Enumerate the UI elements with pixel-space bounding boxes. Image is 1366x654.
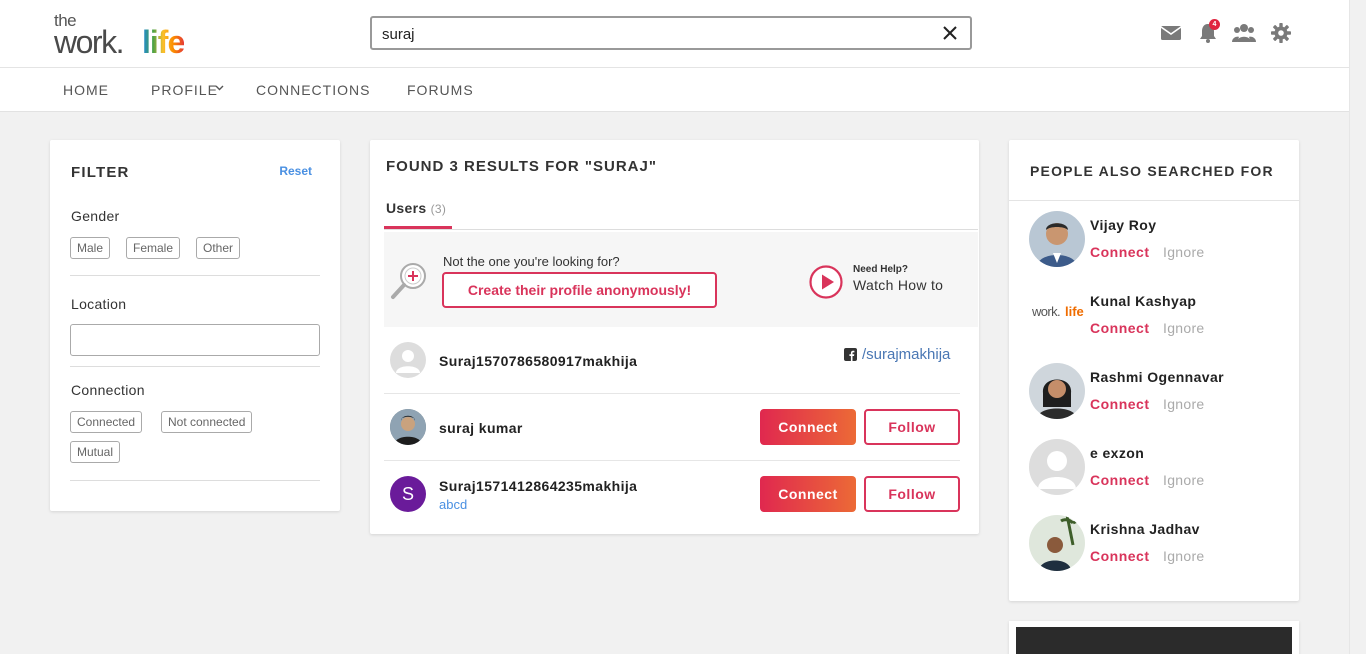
logo-work: work.: [54, 24, 124, 60]
person-name[interactable]: Rashmi Ogennavar: [1090, 369, 1224, 385]
notification-badge: 4: [1209, 19, 1220, 30]
page-scrollbar[interactable]: [1349, 0, 1366, 654]
notifications-button[interactable]: 4: [1197, 19, 1220, 44]
people-also-searched-panel: PEOPLE ALSO SEARCHED FOR Vijay Roy Conne…: [1009, 140, 1299, 601]
user-silhouette-icon: [396, 350, 420, 373]
filter-panel: FILTER Reset Gender Male Female Other Lo…: [50, 140, 340, 511]
user-name[interactable]: Suraj1571412864235makhija: [439, 478, 637, 494]
person-name[interactable]: Kunal Kashyap: [1090, 293, 1196, 309]
help-banner: Not the one you're looking for? Create t…: [384, 232, 978, 327]
filter-divider: [70, 480, 320, 481]
person-name[interactable]: Vijay Roy: [1090, 217, 1156, 233]
people-also-searched-title: PEOPLE ALSO SEARCHED FOR: [1030, 163, 1274, 179]
connection-chip-connected[interactable]: Connected: [70, 411, 143, 433]
row-divider: [384, 460, 960, 461]
person-avatar-placeholder[interactable]: [1029, 439, 1085, 495]
location-input[interactable]: [70, 324, 320, 356]
create-profile-anonymously-button[interactable]: Create their profile anonymously!: [442, 272, 717, 308]
person-avatar[interactable]: [1029, 211, 1085, 267]
user-name[interactable]: suraj kumar: [439, 420, 523, 436]
magnifier-plus-icon: [391, 263, 426, 299]
tab-divider: [384, 229, 978, 230]
results-panel: FOUND 3 RESULTS FOR "SURAJ" Users (3) No…: [370, 140, 979, 534]
person-photo: [1029, 211, 1085, 267]
facebook-profile-link[interactable]: /surajmakhija: [862, 346, 950, 363]
people-icon[interactable]: [1232, 22, 1256, 44]
mini-logo-life: life: [1065, 304, 1084, 319]
search-bar: [370, 16, 972, 50]
connect-button[interactable]: Connect: [760, 409, 856, 445]
tab-users-count: (3): [430, 202, 447, 216]
nav-divider: [0, 67, 1349, 68]
watch-how-link[interactable]: Watch How to: [853, 277, 943, 293]
gear-icon[interactable]: [1270, 22, 1292, 44]
person-avatar[interactable]: [1029, 515, 1085, 571]
person-connect-link[interactable]: Connect: [1090, 244, 1150, 260]
user-silhouette-icon: [1038, 451, 1076, 489]
person-connect-link[interactable]: Connect: [1090, 396, 1150, 412]
person-ignore-link[interactable]: Ignore: [1163, 548, 1205, 564]
filter-divider: [70, 366, 320, 367]
mini-logo-work: work.: [1032, 304, 1061, 319]
need-help-label: Need Help?: [853, 264, 909, 275]
follow-button[interactable]: Follow: [864, 476, 960, 512]
gender-chip-male[interactable]: Male: [70, 237, 111, 259]
search-input[interactable]: [382, 24, 922, 44]
results-heading: FOUND 3 RESULTS FOR "SURAJ": [386, 158, 657, 175]
person-ignore-link[interactable]: Ignore: [1163, 244, 1205, 260]
user-name[interactable]: Suraj1570786580917makhija: [439, 353, 637, 369]
person-avatar-logo[interactable]: work. life: [1029, 287, 1085, 343]
user-avatar-initial[interactable]: S: [390, 476, 426, 512]
person-photo: [1029, 515, 1085, 571]
person-name[interactable]: e exzon: [1090, 445, 1144, 461]
help-prompt: Not the one you're looking for?: [443, 254, 620, 269]
connect-button[interactable]: Connect: [760, 476, 856, 512]
site-logo[interactable]: the work. life: [54, 12, 214, 60]
connection-label: Connection: [71, 382, 145, 398]
logo-life: life: [142, 24, 185, 60]
person-connect-link[interactable]: Connect: [1090, 320, 1150, 336]
filter-title: FILTER: [71, 164, 130, 181]
nav-profile[interactable]: PROFILE: [151, 82, 218, 98]
media-card: [1009, 621, 1299, 654]
media-thumbnail[interactable]: [1016, 627, 1292, 654]
follow-button[interactable]: Follow: [864, 409, 960, 445]
facebook-icon: [844, 348, 857, 361]
nav-forums[interactable]: FORUMS: [407, 82, 474, 98]
play-circle-icon[interactable]: [809, 265, 843, 299]
gender-chip-female[interactable]: Female: [126, 237, 181, 259]
person-ignore-link[interactable]: Ignore: [1163, 320, 1205, 336]
location-label: Location: [71, 296, 127, 312]
nav-connections[interactable]: CONNECTIONS: [256, 82, 370, 98]
gender-label: Gender: [71, 208, 120, 224]
person-avatar[interactable]: [1029, 363, 1085, 419]
filter-divider: [70, 275, 320, 276]
chevron-down-icon[interactable]: [215, 85, 224, 91]
tab-users[interactable]: Users (3): [386, 200, 446, 216]
person-photo: [1029, 363, 1085, 419]
mail-icon[interactable]: [1160, 22, 1182, 44]
user-subtitle: abcd: [439, 497, 468, 512]
tab-users-label: Users: [386, 200, 427, 216]
person-connect-link[interactable]: Connect: [1090, 548, 1150, 564]
person-ignore-link[interactable]: Ignore: [1163, 472, 1205, 488]
row-divider: [384, 393, 960, 394]
user-avatar-photo[interactable]: [390, 409, 426, 445]
reset-filters-link[interactable]: Reset: [279, 164, 312, 178]
panel-divider: [1009, 200, 1299, 201]
connection-chip-not-connected[interactable]: Not connected: [161, 411, 253, 433]
clear-search-icon[interactable]: [942, 25, 958, 41]
nav-home[interactable]: HOME: [63, 82, 109, 98]
top-bar: the work. life 4: [0, 0, 1349, 112]
user-avatar-placeholder[interactable]: [390, 342, 426, 378]
user-photo: [390, 409, 426, 445]
person-name[interactable]: Krishna Jadhav: [1090, 521, 1200, 537]
person-ignore-link[interactable]: Ignore: [1163, 396, 1205, 412]
gender-chip-other[interactable]: Other: [196, 237, 241, 259]
connection-chip-mutual[interactable]: Mutual: [70, 441, 121, 463]
person-connect-link[interactable]: Connect: [1090, 472, 1150, 488]
